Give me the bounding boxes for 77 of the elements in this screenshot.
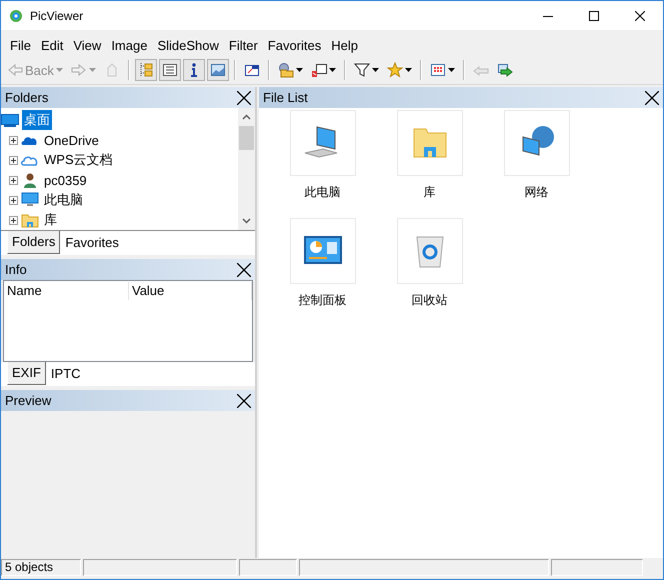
file-label[interactable]: 控制面板: [298, 292, 346, 309]
toolbar-button[interactable]: [134, 59, 157, 81]
tab[interactable]: EXIF: [7, 362, 46, 385]
maximize-icon[interactable]: [589, 10, 599, 20]
tab[interactable]: Folders: [7, 231, 60, 254]
close-icon[interactable]: [237, 262, 251, 276]
tab[interactable]: Favorites: [60, 231, 124, 255]
forward-arrow-icon: [70, 62, 87, 78]
menu-item[interactable]: Edit: [36, 36, 68, 54]
caret-icon[interactable]: [404, 68, 412, 72]
file-label[interactable]: 回收站: [412, 292, 448, 309]
tree-item[interactable]: OneDrive: [42, 132, 101, 148]
caret-icon[interactable]: [448, 68, 455, 72]
back-arrow-icon: [7, 62, 23, 78]
menu-item[interactable]: Favorites: [262, 36, 326, 54]
tree-item[interactable]: pc0359: [42, 172, 89, 188]
tree-item[interactable]: WPS云文档: [42, 150, 115, 170]
file-label[interactable]: 网络: [524, 184, 548, 201]
thumbnail[interactable]: [290, 110, 356, 176]
expand-icon[interactable]: [9, 216, 18, 224]
close-icon[interactable]: [237, 394, 251, 408]
toolbar-button[interactable]: [158, 59, 181, 81]
expand-icon[interactable]: [9, 196, 18, 204]
menu-item[interactable]: SlideShow: [152, 36, 224, 54]
panel-title: File List: [263, 90, 308, 105]
copy-icon: [310, 62, 327, 78]
file-label[interactable]: 此电脑: [304, 184, 340, 201]
status-text: 5 objects: [1, 559, 81, 576]
panel-title: Info: [5, 262, 27, 277]
close-icon[interactable]: [645, 90, 659, 104]
column-header[interactable]: Name: [4, 282, 129, 300]
menu-item[interactable]: File: [5, 36, 36, 54]
expand-icon[interactable]: [9, 156, 18, 164]
thumbnail[interactable]: [396, 218, 462, 284]
tree-item[interactable]: 库: [42, 210, 59, 230]
tab[interactable]: IPTC: [46, 362, 86, 386]
filter-icon: [354, 62, 370, 78]
app-icon: [8, 8, 24, 24]
expand-icon[interactable]: [9, 136, 18, 144]
expand-icon[interactable]: [9, 176, 18, 184]
scroll-thumb[interactable]: [239, 126, 254, 150]
monitor-icon: [21, 192, 39, 208]
thumbnail[interactable]: [396, 110, 462, 176]
panel-title: Preview: [5, 393, 52, 408]
menu-item[interactable]: Filter: [224, 36, 263, 54]
menu-item[interactable]: View: [68, 36, 106, 54]
column-header[interactable]: Value: [128, 282, 252, 300]
caret-icon[interactable]: [328, 68, 336, 72]
caret-icon[interactable]: [296, 68, 303, 72]
toolbar-button[interactable]: [182, 59, 205, 81]
window-icon: [244, 62, 260, 78]
folder-icon: [21, 212, 39, 228]
scrollbar[interactable]: [238, 108, 255, 230]
caret-icon[interactable]: [372, 68, 379, 72]
folder-icon: [278, 62, 294, 78]
menu-item[interactable]: Image: [106, 36, 152, 54]
list-icon: [162, 62, 178, 78]
scroll-down-icon[interactable]: [242, 218, 251, 224]
right-arrow-icon: [496, 62, 513, 78]
person-icon: [21, 172, 39, 188]
thumbnail[interactable]: [504, 110, 570, 176]
close-icon[interactable]: [635, 10, 645, 20]
status-pane: [239, 559, 297, 576]
folder-tree-icon: [138, 62, 154, 78]
panel-title: Folders: [5, 90, 48, 105]
window-title: PicViewer: [30, 8, 84, 22]
file-label[interactable]: 库: [424, 184, 436, 201]
thumbnail[interactable]: [290, 218, 356, 284]
image-icon: [210, 62, 226, 78]
monitor-icon: [1, 112, 19, 128]
close-icon[interactable]: [237, 90, 251, 104]
tree-item[interactable]: 桌面: [22, 110, 52, 130]
scroll-up-icon[interactable]: [242, 114, 251, 120]
menu-item[interactable]: Help: [326, 36, 363, 54]
grid-view-icon: [430, 62, 446, 78]
star-icon: [386, 62, 403, 78]
tree-item[interactable]: 此电脑: [42, 190, 85, 210]
